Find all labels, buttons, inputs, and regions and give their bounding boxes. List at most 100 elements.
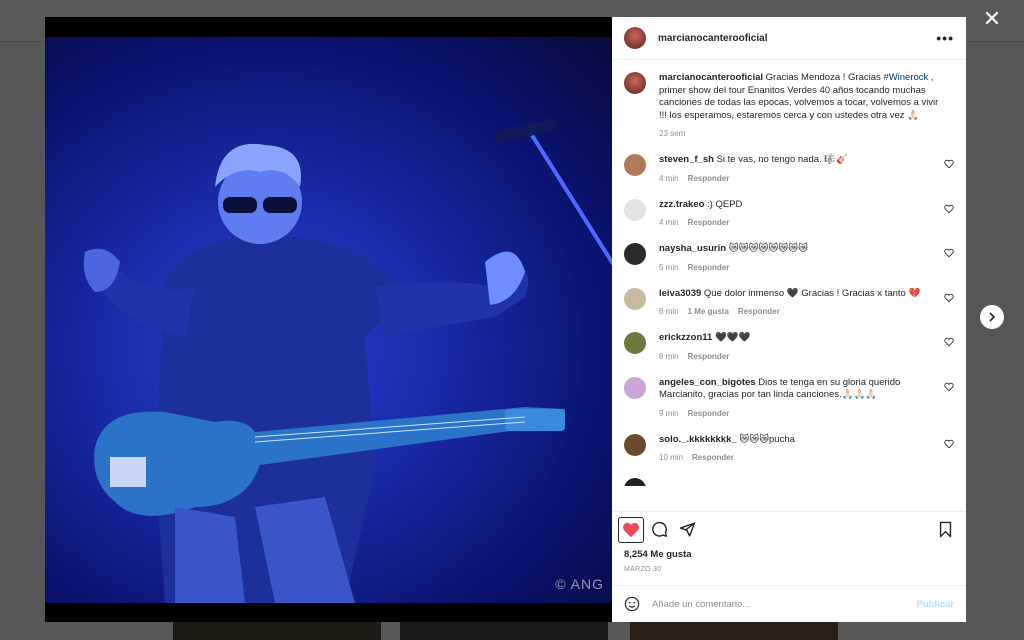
- comment-avatar[interactable]: [624, 154, 646, 176]
- next-post-button[interactable]: [980, 305, 1004, 329]
- bookmark-icon: [939, 521, 951, 538]
- reply-button[interactable]: Responder: [688, 409, 730, 418]
- comment-username[interactable]: zzz.trakeo: [659, 199, 704, 210]
- close-icon[interactable]: ✕: [982, 8, 1002, 30]
- share-button[interactable]: [674, 517, 700, 543]
- post-modal: © ANG marcianocanterooficial ••• marcian…: [45, 17, 966, 622]
- add-comment-bar: Publicar: [612, 585, 966, 622]
- comment-meta: 4 min Responder: [659, 174, 932, 183]
- comment-meta: 10 min Responder: [659, 453, 932, 462]
- post-photo[interactable]: © ANG: [45, 17, 612, 622]
- comment-text: erickzzon11 🖤🖤🖤: [659, 332, 932, 345]
- comment-avatar[interactable]: [624, 433, 646, 456]
- comment-row: naysha_usurin 😿😿😿😿😿😿😿😿 5 min Responder: [624, 243, 954, 272]
- comment-time[interactable]: 6 min: [659, 307, 679, 316]
- save-button[interactable]: [932, 517, 958, 543]
- comment-meta: 8 min Responder: [659, 352, 932, 361]
- comment-row: steven_f_sh Si te vas, no tengo nada. 🎼🎸…: [624, 154, 954, 183]
- reply-button[interactable]: Responder: [688, 218, 730, 227]
- comment-message: 🖤🖤🖤: [712, 332, 751, 343]
- heart-outline-icon[interactable]: [944, 293, 954, 303]
- comment-username[interactable]: erickzzon11: [659, 332, 712, 343]
- comment-meta: 6 min 1 Me gusta Responder: [659, 307, 932, 316]
- comment-time[interactable]: 5 min: [659, 263, 679, 272]
- heart-outline-icon[interactable]: [944, 439, 954, 449]
- comment-text: solo._.kkkkkkkk_ 😿😿😿pucha: [659, 434, 932, 447]
- comment-time[interactable]: 9 min: [659, 409, 679, 418]
- concert-photo: [45, 37, 612, 603]
- comment-message: 😿😿😿pucha: [736, 433, 795, 445]
- comment-row: solo._.kkkkkkkk_ 😿😿😿pucha 10 min Respond…: [624, 433, 954, 462]
- comment-likes[interactable]: 1 Me gusta: [688, 307, 729, 316]
- caption-time[interactable]: 23 sem: [659, 129, 685, 138]
- comment-rows: steven_f_sh Si te vas, no tengo nada. 🎼🎸…: [624, 154, 954, 462]
- heart-outline-icon[interactable]: [944, 204, 954, 214]
- comment-username[interactable]: naysha_usurin: [659, 243, 726, 254]
- comment-icon: [651, 521, 667, 537]
- comment-message: Si te vas, no tengo nada. 🎼🎸: [713, 154, 848, 165]
- caption-text: marcianocanterooficial Gracias Mendoza !…: [659, 72, 948, 122]
- comment-text: naysha_usurin 😿😿😿😿😿😿😿😿: [659, 243, 932, 256]
- comment-time[interactable]: 4 min: [659, 218, 679, 227]
- comment-meta: 4 min Responder: [659, 218, 932, 227]
- heart-outline-icon[interactable]: [944, 382, 954, 392]
- caption-part-1: Gracias Mendoza ! Gracias: [763, 72, 884, 83]
- comment-avatar[interactable]: [624, 287, 646, 310]
- post-date[interactable]: MARZO 30: [612, 560, 966, 573]
- heart-outline-icon[interactable]: [944, 248, 954, 258]
- comments-list[interactable]: marcianocanterooficial Gracias Mendoza !…: [612, 60, 966, 511]
- comment-button[interactable]: [646, 517, 672, 543]
- caption-hashtag[interactable]: #Winerock: [883, 72, 928, 83]
- publish-button[interactable]: Publicar: [917, 599, 955, 610]
- comment-text: leiva3039 Que dolor inmenso 🖤 Gracias ! …: [659, 288, 932, 301]
- like-count[interactable]: 8,254 Me gusta: [612, 547, 966, 560]
- comment-row: zzz.trakeo :) QEPD 4 min Responder: [624, 198, 954, 227]
- comment-avatar[interactable]: [624, 198, 646, 221]
- comment-row: leiva3039 Que dolor inmenso 🖤 Gracias ! …: [624, 287, 954, 316]
- comment-meta: 9 min Responder: [659, 409, 932, 418]
- caption-meta: 23 sem: [659, 129, 948, 138]
- comment-input[interactable]: [652, 598, 917, 610]
- send-icon: [679, 522, 695, 537]
- comment-time[interactable]: 10 min: [659, 453, 683, 462]
- action-bar: [612, 511, 966, 547]
- heart-outline-icon[interactable]: [944, 159, 954, 169]
- post-caption: marcianocanterooficial Gracias Mendoza !…: [624, 72, 954, 138]
- comment-message: :) QEPD: [704, 198, 743, 210]
- comment-username[interactable]: leiva3039: [659, 288, 701, 299]
- comment-row: angeles_con_bigotes Dios te tenga en su …: [624, 376, 954, 418]
- emoji-icon[interactable]: [624, 596, 640, 612]
- comment-avatar[interactable]: [624, 243, 646, 265]
- reply-button[interactable]: Responder: [738, 307, 780, 316]
- comment-text: steven_f_sh Si te vas, no tengo nada. 🎼🎸: [659, 154, 932, 167]
- heart-outline-icon[interactable]: [944, 337, 954, 347]
- photo-watermark: © ANG: [555, 576, 604, 592]
- comment-message: Que dolor inmenso 🖤 Gracias ! Gracias x …: [701, 287, 921, 299]
- comment-username[interactable]: steven_f_sh: [659, 154, 714, 165]
- comment-text: angeles_con_bigotes Dios te tenga en su …: [659, 377, 932, 402]
- chevron-right-icon: [989, 312, 996, 322]
- comment-time[interactable]: 4 min: [659, 174, 679, 183]
- reply-button[interactable]: Responder: [688, 263, 730, 272]
- comment-row: erickzzon11 🖤🖤🖤 8 min Responder: [624, 332, 954, 361]
- bassist-illustration: [83, 119, 612, 603]
- like-button[interactable]: [618, 516, 644, 543]
- comment-meta: 5 min Responder: [659, 263, 932, 272]
- reply-button[interactable]: Responder: [688, 352, 730, 361]
- author-avatar[interactable]: [624, 27, 646, 49]
- comment-avatar[interactable]: [624, 478, 646, 486]
- comment-partial: [624, 478, 954, 486]
- comment-avatar[interactable]: [624, 332, 646, 354]
- comment-text: zzz.trakeo :) QEPD: [659, 199, 932, 212]
- comment-username[interactable]: angeles_con_bigotes: [659, 377, 756, 388]
- post-side-panel: marcianocanterooficial ••• marcianocante…: [612, 17, 966, 622]
- comment-time[interactable]: 8 min: [659, 352, 679, 361]
- comment-username[interactable]: solo._.kkkkkkkk_: [659, 434, 737, 445]
- reply-button[interactable]: Responder: [692, 453, 734, 462]
- comment-avatar[interactable]: [624, 376, 646, 399]
- caption-username[interactable]: marcianocanterooficial: [659, 72, 763, 83]
- more-horizontal-icon[interactable]: •••: [936, 30, 954, 46]
- reply-button[interactable]: Responder: [688, 174, 730, 183]
- author-avatar[interactable]: [624, 72, 646, 94]
- author-username[interactable]: marcianocanterooficial: [658, 33, 767, 44]
